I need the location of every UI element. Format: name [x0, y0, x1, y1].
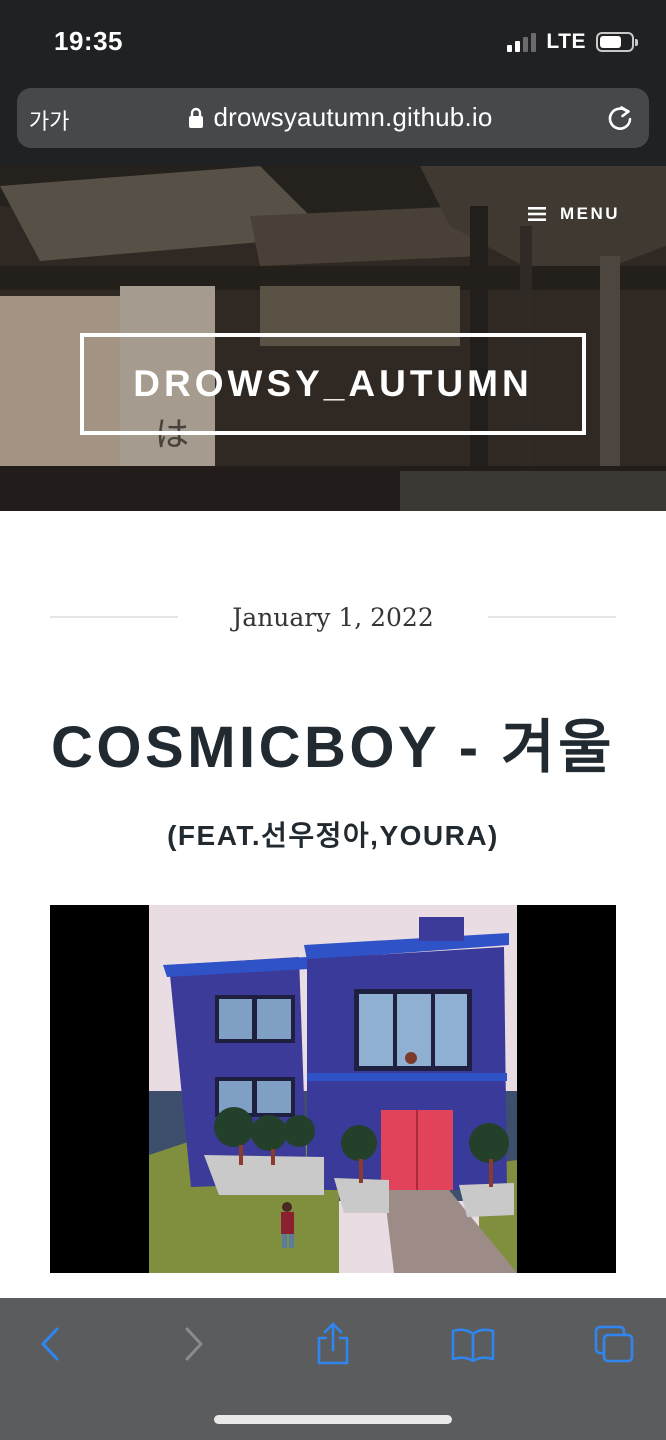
signal-icon — [507, 32, 537, 52]
divider — [487, 616, 617, 618]
browser-top-chrome: 19:35 LTE 가가 drowsyautumn.github.io — [0, 0, 666, 166]
post-video-thumbnail[interactable] — [50, 905, 616, 1273]
post-title: COSMICBOY - 겨울 — [51, 715, 615, 780]
post-date: January 1, 2022 — [232, 602, 434, 632]
status-time: 19:35 — [54, 26, 123, 56]
bookmarks-button[interactable] — [449, 1322, 497, 1366]
divider — [50, 616, 179, 618]
browser-bottom-toolbar — [0, 1298, 666, 1440]
status-indicators: LTE — [507, 30, 638, 54]
book-icon — [451, 1328, 495, 1362]
reload-icon[interactable] — [605, 103, 635, 133]
post-subtitle: (FEAT.선우정아,YOURA) — [167, 820, 499, 851]
lock-icon — [188, 107, 203, 128]
back-chevron-icon — [41, 1327, 59, 1361]
network-type: LTE — [546, 30, 586, 53]
home-indicator[interactable] — [214, 1415, 452, 1424]
forward-chevron-icon — [185, 1327, 203, 1361]
back-button[interactable] — [26, 1322, 74, 1366]
menu-label: MENU — [559, 204, 620, 223]
url-display[interactable]: drowsyautumn.github.io — [17, 102, 649, 133]
share-icon — [317, 1322, 349, 1365]
site-header-hero: は MENU DROWSY_AUTUMN — [0, 166, 666, 511]
battery-icon — [596, 32, 638, 52]
tabs-button[interactable] — [590, 1322, 638, 1366]
forward-button[interactable] — [170, 1322, 218, 1366]
album-cover-image — [149, 905, 517, 1273]
address-bar[interactable]: 가가 drowsyautumn.github.io — [17, 88, 649, 148]
battery-level — [600, 36, 621, 48]
tabs-icon — [594, 1325, 634, 1363]
post-meta: January 1, 2022 — [50, 597, 617, 637]
site-title-link[interactable]: DROWSY_AUTUMN — [80, 333, 586, 435]
menu-button[interactable]: MENU — [527, 204, 620, 224]
url-text: drowsyautumn.github.io — [213, 102, 493, 132]
share-button[interactable] — [309, 1322, 357, 1366]
hamburger-icon — [527, 207, 546, 221]
site-title: DROWSY_AUTUMN — [133, 363, 533, 404]
